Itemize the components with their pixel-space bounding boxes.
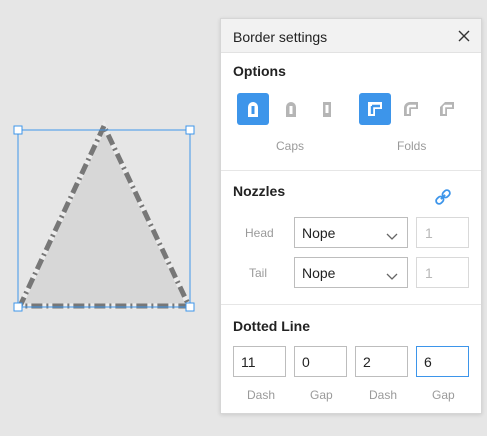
folds-label: Folds	[397, 139, 427, 153]
cap-rounded-outline-button[interactable]	[275, 93, 307, 125]
canvas-area[interactable]	[0, 0, 220, 436]
cap-round-button[interactable]	[237, 93, 269, 125]
resize-handle-bottom-left[interactable]	[13, 302, 23, 312]
dash-1-label: Dash	[247, 388, 276, 402]
triangle-shape[interactable]	[16, 120, 193, 309]
panel-title: Border settings	[233, 29, 328, 45]
resize-handle-top-left[interactable]	[13, 125, 23, 135]
head-size-field: 1	[416, 217, 469, 248]
dash-2-value: 2	[363, 354, 371, 370]
border-settings-panel: Border settings Options Caps Folds Nozzl…	[220, 18, 482, 414]
dash-2-label: Dash	[369, 388, 398, 402]
fold-miter-button[interactable]	[359, 93, 391, 125]
gap-1-label: Gap	[310, 388, 333, 402]
dash-1-input[interactable]: 11	[233, 346, 286, 377]
cap-square-icon	[323, 102, 331, 117]
dotted-line-title: Dotted Line	[233, 318, 310, 334]
link-icon[interactable]	[433, 187, 453, 207]
fold-miter-icon	[368, 102, 382, 116]
tail-nozzle-value: Nope	[302, 265, 336, 281]
resize-handle-top-right[interactable]	[185, 125, 195, 135]
tail-label: Tail	[249, 266, 268, 280]
chevron-down-icon	[386, 228, 398, 246]
chevron-down-icon	[386, 268, 398, 286]
head-nozzle-select[interactable]: Nope	[294, 217, 408, 248]
resize-handle-bottom-right[interactable]	[185, 302, 195, 312]
divider	[221, 170, 481, 171]
close-icon[interactable]	[456, 28, 472, 44]
head-label: Head	[245, 226, 274, 240]
tail-size-field: 1	[416, 257, 469, 288]
head-nozzle-value: Nope	[302, 225, 336, 241]
tail-nozzle-select[interactable]: Nope	[294, 257, 408, 288]
dash-2-input[interactable]: 2	[355, 346, 408, 377]
gap-2-label: Gap	[432, 388, 455, 402]
panel-header: Border settings	[221, 19, 481, 53]
gap-2-input[interactable]: 6	[416, 346, 469, 377]
options-title: Options	[233, 63, 286, 79]
cap-square-button[interactable]	[311, 93, 343, 125]
tail-size-value: 1	[425, 265, 433, 281]
fold-bevel-icon	[440, 102, 454, 116]
fold-round-button[interactable]	[395, 93, 427, 125]
gap-1-value: 0	[302, 354, 310, 370]
head-size-value: 1	[425, 225, 433, 241]
caps-label: Caps	[276, 139, 305, 153]
fold-bevel-button[interactable]	[431, 93, 463, 125]
gap-2-value: 6	[424, 354, 432, 370]
gap-1-input[interactable]: 0	[294, 346, 347, 377]
cap-rounded-outline-icon	[286, 102, 296, 117]
fold-round-icon	[404, 102, 418, 116]
dash-1-value: 11	[241, 354, 256, 370]
cap-round-icon	[248, 102, 258, 117]
nozzles-title: Nozzles	[233, 183, 286, 199]
divider	[221, 304, 481, 305]
